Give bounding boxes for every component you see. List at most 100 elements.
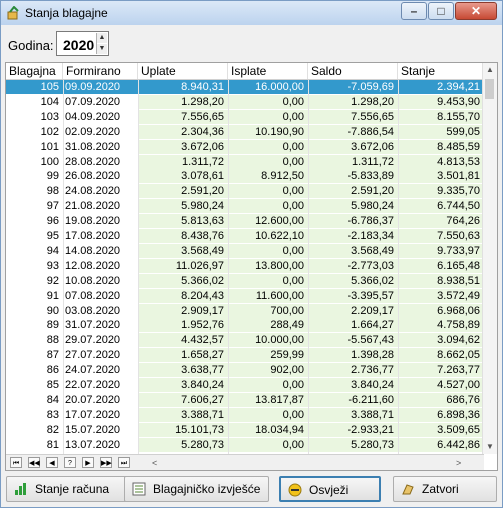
year-spin-input[interactable]: 2020 ▲ ▼ [56, 31, 109, 56]
table-cell: 31.07.2020 [65, 319, 121, 332]
table-cell: -5.833,89 [347, 170, 394, 183]
table-cell: 6.442,86 [437, 438, 480, 451]
table-cell: 3.840,24 [181, 379, 224, 391]
next-page-button[interactable]: ▶▶ [100, 457, 112, 468]
table-cell: 6.165,48 [437, 259, 480, 272]
table-cell: 26.08.2020 [65, 170, 121, 183]
table-cell: 8.485,59 [437, 140, 480, 153]
table-row[interactable]: 90 03.08.2020 2.909,17 700,00 2.209,17 6.968,… [6, 303, 484, 318]
table-cell: 95 [46, 230, 59, 242]
scroll-thumb[interactable] [485, 79, 494, 99]
prev-page-button[interactable]: ◀◀ [28, 457, 40, 468]
column-header[interactable]: Uplate [138, 63, 228, 79]
app-icon [7, 6, 19, 20]
refresh-button[interactable]: Osvježi [279, 476, 381, 502]
table-row[interactable]: 87 27.07.2020 1.658,27 259,99 1.398,28 8.662,… [6, 348, 484, 363]
table-row[interactable]: 96 19.08.2020 5.813,63 12.600,00 -6.786,37 76… [6, 214, 484, 229]
column-header[interactable]: Saldo [308, 63, 398, 79]
maximize-button[interactable]: □ [428, 2, 454, 20]
spin-down-icon[interactable]: ▼ [97, 44, 107, 54]
table-cell: 9.335,70 [437, 185, 480, 198]
table-cell: 1.311,72 [181, 155, 224, 168]
table-row[interactable]: 101 31.08.2020 3.672,06 0,00 3.672,06 8.485,5… [6, 139, 484, 154]
table-row[interactable]: 82 15.07.2020 15.101,73 18.034,94 -2.933,21 3… [6, 422, 484, 437]
table-row[interactable]: 84 20.07.2020 7.606,27 13.817,87 -6.211,60 68… [6, 392, 484, 407]
table-row[interactable]: 100 28.08.2020 1.311,72 0,00 1.311,72 4.813,5… [6, 154, 484, 169]
cash-register-grid[interactable]: Blagajna Formirano Uplate Isplate Saldo Stanj… [5, 62, 498, 471]
table-cell: 8.438,76 [181, 230, 224, 242]
table-row[interactable]: 92 10.08.2020 5.366,02 0,00 5.366,02 8.938,51 [6, 273, 484, 288]
table-cell: 17.07.2020 [65, 408, 121, 421]
minimize-button[interactable]: – [401, 2, 427, 20]
table-row[interactable]: 105 09.09.2020 8.940,31 16.000,00 -7.059,69 2… [6, 80, 484, 94]
record-info-button[interactable]: ? [64, 457, 76, 468]
table-cell: 24.07.2020 [65, 364, 121, 377]
spin-up-icon[interactable]: ▲ [97, 33, 107, 43]
table-row[interactable]: 103 04.09.2020 7.556,65 0,00 7.556,65 8.155,7… [6, 109, 484, 124]
table-row[interactable]: 89 31.07.2020 1.952,76 288,49 1.664,27 4.758,… [6, 318, 484, 333]
scroll-down-icon[interactable]: ▼ [483, 440, 497, 454]
table-cell: 2.394,21 [437, 81, 480, 93]
cash-report-button[interactable]: Blagajničko izvješće [124, 476, 269, 502]
table-cell: 86 [46, 364, 59, 377]
column-header[interactable]: Isplate [228, 63, 308, 79]
table-cell: 8.912,50 [261, 170, 304, 183]
table-cell: 2.909,17 [181, 304, 224, 317]
account-state-button[interactable]: Stanje računa [6, 476, 132, 502]
table-row[interactable]: 83 17.07.2020 3.388,71 0,00 3.388,71 6.898,36 [6, 407, 484, 422]
table-cell: 8.204,43 [181, 289, 224, 302]
scroll-right-icon[interactable]: > [456, 457, 466, 469]
table-cell: 7.550,63 [437, 230, 480, 242]
table-cell: -3.395,57 [347, 289, 394, 302]
table-cell: 3.388,71 [351, 408, 394, 421]
table-row[interactable]: 91 07.08.2020 8.204,43 11.600,00 -3.395,57 3.… [6, 288, 484, 303]
table-cell: 88 [46, 334, 59, 347]
table-cell: 12.600,00 [255, 215, 304, 228]
last-record-button[interactable]: ⏭ [118, 457, 130, 468]
table-cell: 10.08.2020 [65, 274, 121, 287]
table-cell: 3.501,81 [437, 170, 480, 183]
table-cell: 04.09.2020 [65, 110, 121, 123]
table-cell: 29.07.2020 [65, 334, 121, 347]
column-header[interactable]: Formirano [63, 63, 138, 79]
table-cell: 97 [46, 200, 59, 213]
table-cell: 8.938,51 [437, 274, 480, 287]
report-icon [132, 482, 146, 496]
table-cell: 0,00 [282, 110, 304, 123]
vertical-scrollbar[interactable]: ▲ ▼ [482, 63, 497, 454]
table-cell: 1.658,27 [181, 349, 224, 362]
table-row[interactable]: 102 02.09.2020 2.304,36 10.190,90 -7.886,54 5… [6, 124, 484, 139]
table-row[interactable]: 93 12.08.2020 11.026,97 13.800,00 -2.773,03 6… [6, 258, 484, 273]
table-cell: 9.733,97 [437, 244, 480, 257]
scroll-up-icon[interactable]: ▲ [483, 63, 497, 77]
table-row[interactable]: 95 17.08.2020 8.438,76 10.622,10 -2.183,34 7.… [6, 229, 484, 243]
year-value[interactable]: 2020 [63, 37, 94, 53]
table-cell: 0,00 [282, 200, 304, 213]
first-record-button[interactable]: ⏮ [10, 457, 22, 468]
table-row[interactable]: 85 22.07.2020 3.840,24 0,00 3.840,24 4.527,00 [6, 378, 484, 392]
table-cell: -6.211,60 [348, 393, 394, 406]
table-cell: 96 [46, 215, 59, 228]
record-navigator: < > ⏮ ◀◀ ◀? ▶ ▶▶ ⏭ [6, 454, 484, 470]
close-window-button[interactable]: ✕ [455, 2, 497, 20]
column-header[interactable]: Stanje [398, 63, 484, 79]
table-row[interactable]: 98 24.08.2020 2.591,20 0,00 2.591,20 9.335,70 [6, 184, 484, 199]
table-row[interactable]: 88 29.07.2020 4.432,57 10.000,00 -5.567,43 3.… [6, 333, 484, 348]
table-row[interactable]: 86 24.07.2020 3.638,77 902,00 2.736,77 7.263,… [6, 363, 484, 378]
table-cell: 94 [46, 244, 59, 257]
table-row[interactable]: 104 07.09.2020 1.298,20 0,00 1.298,20 9.453,9… [6, 94, 484, 109]
table-row[interactable]: 97 21.08.2020 5.980,24 0,00 5.980,24 6.744,50 [6, 199, 484, 214]
grid-header: Blagajna Formirano Uplate Isplate Saldo Stanj… [6, 63, 484, 80]
window: Stanja blagajne – □ ✕ Godina: 2020 ▲ ▼ B… [0, 0, 503, 508]
next-record-button[interactable]: ▶ [82, 457, 94, 468]
table-cell: 1.952,76 [181, 319, 224, 332]
table-row[interactable]: 94 14.08.2020 3.568,49 0,00 3.568,49 9.733,97 [6, 243, 484, 258]
table-row[interactable]: 81 13.07.2020 5.280,73 0,00 5.280,73 6.442,86 [6, 437, 484, 452]
column-header[interactable]: Blagajna [6, 63, 63, 79]
prev-record-button[interactable]: ◀ [46, 457, 58, 468]
bar-chart-icon [15, 483, 26, 495]
table-row[interactable]: 99 26.08.2020 3.078,61 8.912,50 -5.833,89 3.5… [6, 169, 484, 184]
close-button[interactable]: Zatvori [393, 476, 497, 502]
table-cell: 3.840,24 [351, 379, 394, 391]
scroll-left-icon[interactable]: < [152, 457, 162, 469]
